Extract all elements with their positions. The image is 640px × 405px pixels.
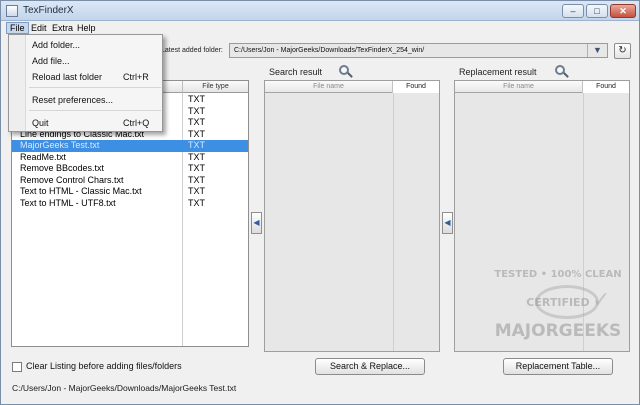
- close-button[interactable]: ✕: [610, 4, 636, 18]
- menu-item-reset-preferences[interactable]: Reset preferences...: [32, 95, 113, 105]
- file-name-cell: ReadMe.txt: [20, 151, 67, 162]
- app-icon: [6, 5, 18, 17]
- search-column-divider: [393, 93, 394, 351]
- search-result-header: File name Found: [265, 81, 439, 93]
- file-list-row[interactable]: Remove BBcodes.txt TXT: [12, 163, 248, 175]
- search-replace-button[interactable]: Search & Replace...: [315, 358, 425, 375]
- watermark-line-1: TESTED • 100% CLEAN: [494, 269, 622, 280]
- menu-item-reload-last-folder[interactable]: Reload last folder: [32, 72, 102, 82]
- menu-item-quit[interactable]: Quit: [32, 118, 49, 128]
- shortcut-quit: Ctrl+Q: [123, 118, 150, 128]
- file-type-cell: TXT: [188, 163, 205, 173]
- replacement-column-found[interactable]: Found: [583, 81, 629, 93]
- menu-extra[interactable]: Extra: [49, 22, 76, 34]
- title-bar[interactable]: TexFinderX – □ ✕: [1, 1, 639, 21]
- file-list-row[interactable]: Text to HTML - Classic Mac.txt TXT: [12, 186, 248, 198]
- search-result-panel[interactable]: File name Found: [264, 80, 440, 352]
- file-type-cell: TXT: [188, 174, 205, 185]
- file-type-cell: TXT: [188, 128, 205, 139]
- menu-file[interactable]: File: [6, 22, 29, 34]
- menu-edit[interactable]: Edit: [28, 22, 50, 34]
- clear-listing-label[interactable]: Clear Listing before adding files/folder…: [26, 361, 182, 371]
- minimize-button[interactable]: –: [562, 4, 584, 18]
- move-left-icon[interactable]: ◀: [251, 212, 262, 234]
- column-file-type[interactable]: File type: [183, 81, 248, 93]
- menu-item-add-folder[interactable]: Add folder...: [32, 40, 80, 50]
- file-type-cell: TXT: [188, 197, 205, 208]
- move-left-icon[interactable]: ◀: [442, 212, 453, 234]
- file-list-row[interactable]: ReadMe.txt TXT: [12, 152, 248, 164]
- menu-help[interactable]: Help: [74, 22, 99, 34]
- file-type-cell: TXT: [188, 140, 205, 150]
- replacement-result-title: Replacement result: [459, 67, 537, 77]
- menu-gutter: [9, 35, 26, 131]
- search-icon[interactable]: [339, 65, 353, 79]
- file-type-cell: TXT: [188, 94, 205, 104]
- menu-bar: File Edit Extra Help: [1, 21, 639, 35]
- file-name-cell: Remove BBcodes.txt: [20, 163, 105, 173]
- file-type-cell: TXT: [188, 105, 205, 116]
- search-column-file-name[interactable]: File name: [265, 81, 393, 93]
- file-name-cell: Remove Control Chars.txt: [20, 174, 124, 185]
- watermark-line-3: MAJORGEEKS: [494, 321, 622, 341]
- app-window: TexFinderX – □ ✕ File Edit Extra Help La…: [0, 0, 640, 405]
- search-result-title: Search result: [269, 67, 323, 77]
- maximize-button[interactable]: □: [586, 4, 608, 18]
- file-name-cell: MajorGeeks Test.txt: [20, 140, 100, 150]
- file-name-cell: Text to HTML - UTF8.txt: [20, 197, 116, 208]
- file-menu-dropdown: Add folder... Add file... Reload last fo…: [8, 34, 163, 132]
- window-title: TexFinderX: [23, 5, 74, 16]
- latest-folder-label: Latest added folder:: [161, 47, 223, 54]
- shortcut-reload: Ctrl+R: [123, 72, 149, 82]
- chevron-down-icon[interactable]: ▼: [587, 44, 607, 57]
- file-type-cell: TXT: [188, 151, 205, 162]
- latest-folder-select[interactable]: C:/Users/Jon - MajorGeeks/Downloads/TexF…: [229, 43, 608, 58]
- menu-item-add-file[interactable]: Add file...: [32, 56, 70, 66]
- status-path: C:/Users/Jon - MajorGeeks/Downloads/Majo…: [12, 383, 237, 393]
- replacement-result-header: File name Found: [455, 81, 629, 93]
- clear-listing-checkbox[interactable]: [12, 362, 22, 372]
- menu-separator: [29, 110, 161, 111]
- search-column-found[interactable]: Found: [393, 81, 439, 93]
- refresh-icon[interactable]: ↻: [614, 43, 631, 59]
- file-list-row[interactable]: MajorGeeks Test.txt TXT: [12, 140, 248, 152]
- file-type-cell: TXT: [188, 186, 205, 196]
- checkmark-icon: ✓: [592, 287, 611, 312]
- file-name-cell: Text to HTML - Classic Mac.txt: [20, 186, 142, 196]
- replacement-column-file-name[interactable]: File name: [455, 81, 583, 93]
- file-type-cell: TXT: [188, 117, 205, 127]
- search-icon[interactable]: [555, 65, 569, 79]
- menu-separator: [29, 87, 161, 88]
- watermark-logo: TESTED • 100% CLEAN CERTIFIED ✓ MAJORGEE…: [488, 269, 628, 347]
- file-list-row[interactable]: Remove Control Chars.txt TXT: [12, 175, 248, 187]
- file-list-row[interactable]: Text to HTML - UTF8.txt TXT: [12, 198, 248, 210]
- replacement-table-button[interactable]: Replacement Table...: [503, 358, 613, 375]
